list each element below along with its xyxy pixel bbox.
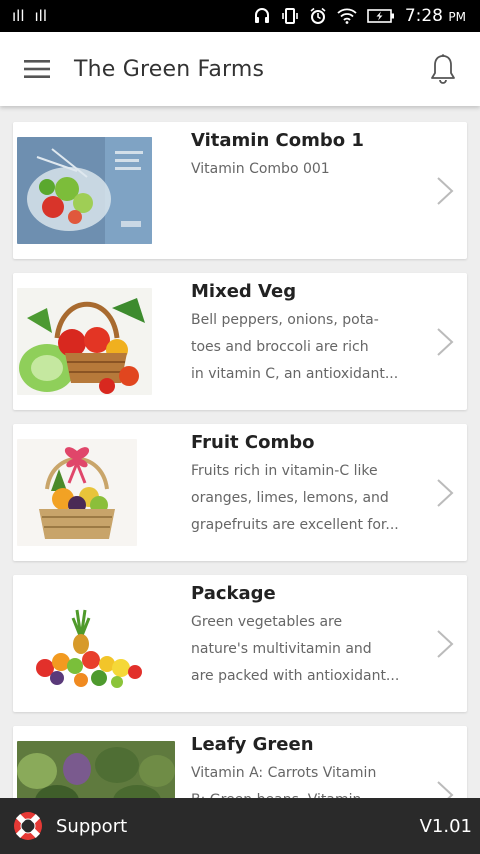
product-card[interactable]: Leafy Green Vitamin A: Carrots Vitamin B…	[13, 726, 467, 798]
vibrate-icon	[281, 7, 299, 25]
card-content: Package Green vegetables are nature's mu…	[152, 575, 428, 712]
status-bar: ıll ıll 7:28 PM	[0, 0, 480, 32]
product-title: Leafy Green	[191, 734, 314, 755]
bottom-bar: Support V1.01	[0, 798, 480, 854]
chevron-right-icon	[437, 176, 454, 205]
product-description: Green vegetables are nature's multivitam…	[191, 614, 400, 684]
product-card[interactable]: Vitamin Combo 1 Vitamin Combo 001	[13, 122, 467, 259]
card-content: Leafy Green Vitamin A: Carrots Vitamin B…	[175, 726, 451, 798]
headset-icon	[253, 7, 271, 25]
card-content: Mixed Veg Bell peppers, onions, pota- to…	[152, 273, 428, 410]
app-header: The Green Farms	[0, 32, 480, 106]
product-description: Fruits rich in vitamin-C like oranges, l…	[191, 463, 399, 533]
leafy-greens-photo	[17, 741, 175, 798]
chevron-right-icon	[437, 780, 454, 798]
support-label: Support	[56, 815, 128, 837]
product-list: Vitamin Combo 1 Vitamin Combo 001 Mixed …	[0, 106, 480, 798]
signal-strength-sim1: ıll	[12, 7, 25, 25]
status-left: ıll ıll	[12, 7, 47, 25]
support-button[interactable]: Support	[12, 810, 127, 842]
status-time: 7:28 PM	[404, 6, 466, 26]
product-card[interactable]: Mixed Veg Bell peppers, onions, pota- to…	[13, 273, 467, 410]
wifi-icon	[337, 8, 357, 24]
card-content: Vitamin Combo 1 Vitamin Combo 001	[152, 122, 428, 259]
alarm-icon	[309, 7, 327, 25]
hamburger-menu-icon	[24, 60, 50, 78]
signal-strength-sim2: ıll	[34, 7, 48, 25]
product-description: Vitamin A: Carrots Vitamin B: Green bean…	[191, 765, 377, 798]
product-title: Mixed Veg	[191, 281, 297, 302]
status-right: 7:28 PM	[253, 6, 466, 26]
menu-button[interactable]	[0, 32, 74, 106]
bell-icon	[431, 54, 455, 84]
vegetable-basket-photo	[17, 288, 152, 395]
battery-charging-icon	[367, 8, 395, 24]
product-description: Vitamin Combo 001	[191, 161, 330, 177]
fruit-basket-photo	[17, 439, 137, 546]
fruit-assortment-photo	[17, 590, 152, 697]
app-version: V1.01	[419, 815, 472, 837]
chevron-right-icon	[437, 478, 454, 507]
product-card[interactable]: Package Green vegetables are nature's mu…	[13, 575, 467, 712]
salad-vegetables-photo	[17, 137, 152, 244]
chevron-right-icon	[437, 629, 454, 658]
product-title: Vitamin Combo 1	[191, 130, 364, 151]
card-content: Fruit Combo Fruits rich in vitamin-C lik…	[137, 424, 413, 561]
lifebuoy-icon	[14, 812, 42, 840]
product-title: Fruit Combo	[191, 432, 315, 453]
notifications-button[interactable]	[406, 32, 480, 106]
app-title: The Green Farms	[74, 56, 265, 82]
product-card[interactable]: Fruit Combo Fruits rich in vitamin-C lik…	[13, 424, 467, 561]
chevron-right-icon	[437, 327, 454, 356]
product-title: Package	[191, 583, 276, 604]
product-description: Bell peppers, onions, pota- toes and bro…	[191, 312, 399, 382]
